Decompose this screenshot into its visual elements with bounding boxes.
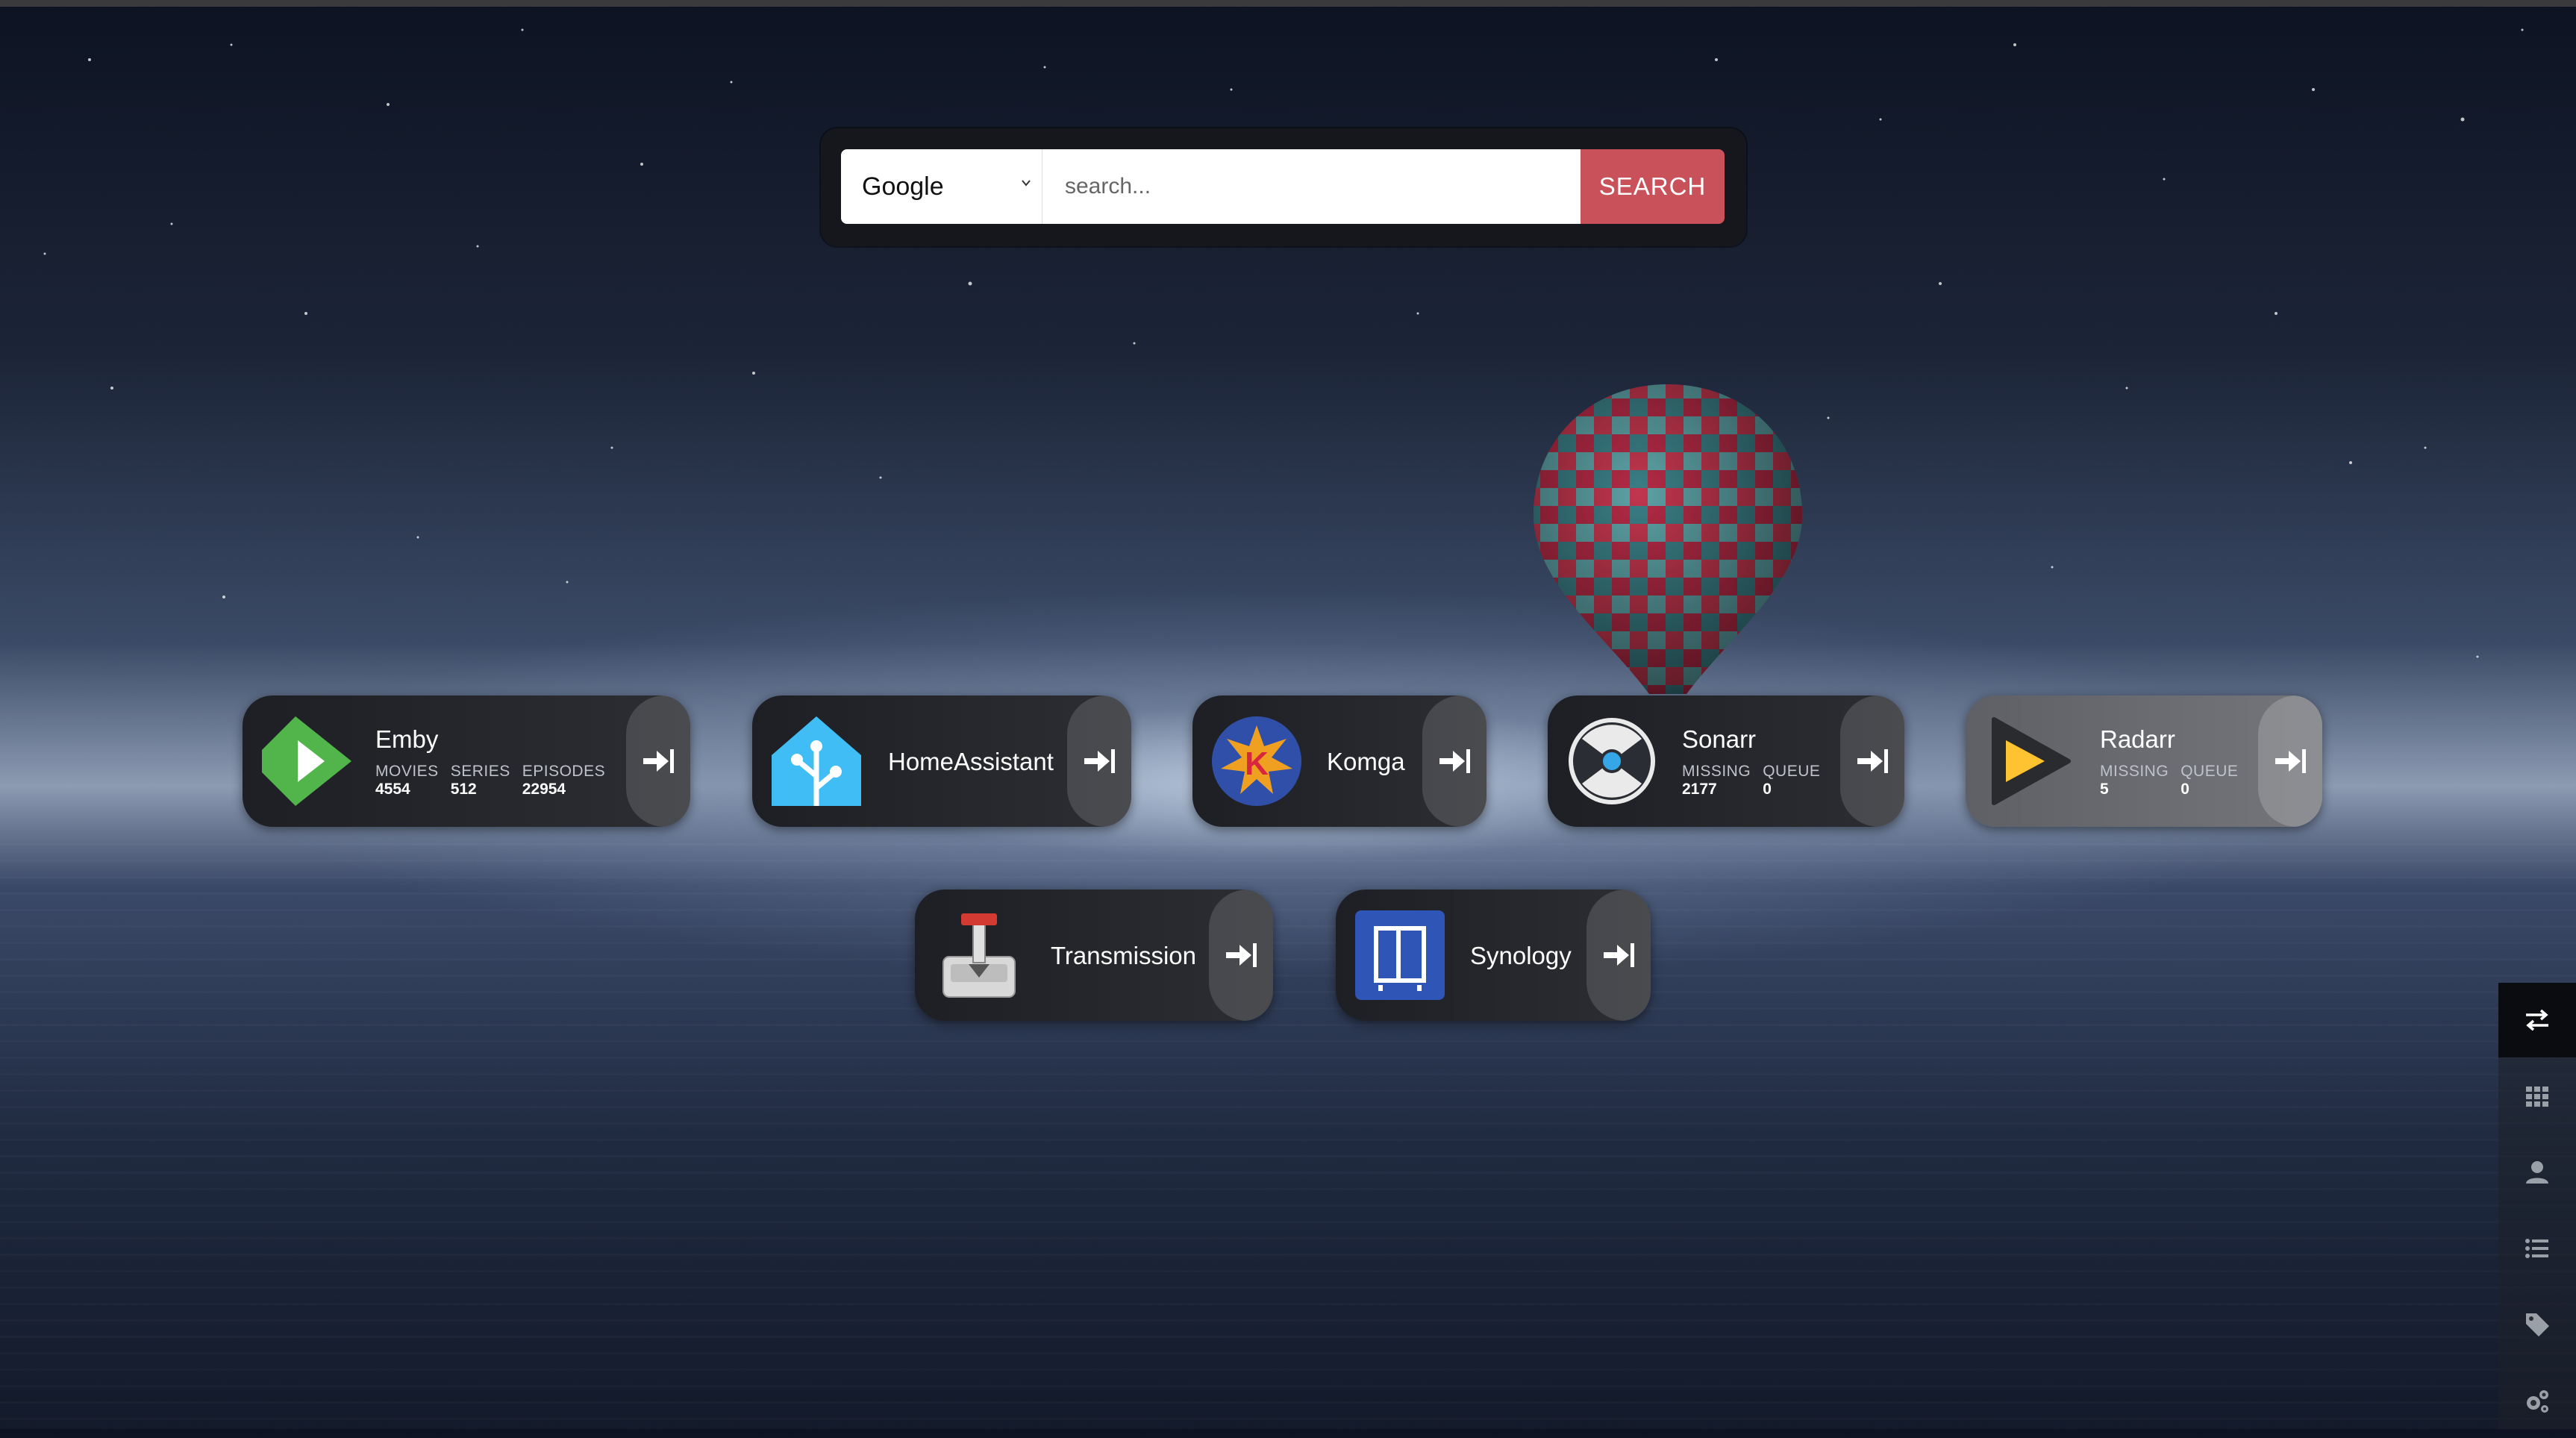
synology-icon: [1355, 910, 1445, 1000]
users-button[interactable]: [2498, 1135, 2576, 1210]
open-link-icon: [1439, 749, 1470, 773]
emby-icon: [262, 716, 351, 806]
app-stats: MISSING 2177 QUEUE 0: [1682, 763, 1820, 798]
settings-button[interactable]: [2498, 1363, 2576, 1438]
stat-missing: MISSING 5: [2100, 763, 2169, 798]
open-app-button[interactable]: [2258, 695, 2322, 827]
app-tile-synology[interactable]: Synology: [1336, 890, 1651, 1021]
hot-air-balloon-image: [1534, 384, 1802, 694]
app-stats: MISSING 5 QUEUE 0: [2100, 763, 2238, 798]
water-reflection: [0, 843, 2576, 1429]
app-tile-transmission[interactable]: Transmission: [915, 890, 1273, 1021]
app-tile-emby[interactable]: Emby MOVIES 4554 SERIES 512 EPISODES 22954: [243, 695, 690, 827]
app-tile-homeassistant[interactable]: HomeAssistant: [752, 695, 1131, 827]
starry-sky-background: [43, 28, 2524, 658]
toggle-mode-button[interactable]: [2498, 983, 2576, 1057]
open-link-icon: [1226, 943, 1257, 967]
items-list-button[interactable]: [2498, 1211, 2576, 1286]
stat-missing: MISSING 2177: [1682, 763, 1751, 798]
stat-movies: MOVIES 4554: [375, 763, 439, 798]
app-title: Radarr: [2100, 725, 2175, 753]
search-bar: Google SEARCH: [821, 128, 1746, 246]
app-title: Synology: [1470, 942, 1572, 969]
open-app-button[interactable]: [1586, 890, 1651, 1021]
stat-queue: QUEUE 0: [1763, 763, 1821, 798]
list-icon: [2525, 1239, 2548, 1258]
search-engine-value: Google: [862, 172, 944, 201]
app-title: HomeAssistant: [888, 748, 1054, 775]
open-link-icon: [643, 749, 674, 773]
app-stats: MOVIES 4554 SERIES 512 EPISODES 22954: [375, 763, 605, 798]
sonarr-icon: [1569, 718, 1655, 804]
app-tile-sonarr[interactable]: Sonarr MISSING 2177 QUEUE 0: [1548, 695, 1904, 827]
side-toolbar: [2498, 983, 2576, 1429]
browser-top-bar: [0, 0, 2576, 7]
transmission-icon: [942, 913, 1016, 998]
open-app-button[interactable]: [1422, 695, 1486, 827]
app-tile-radarr[interactable]: Radarr MISSING 5 QUEUE 0: [1966, 695, 2322, 827]
grid-icon: [2526, 1087, 2548, 1107]
app-title: Komga: [1327, 748, 1405, 775]
app-title: Emby: [375, 725, 439, 753]
app-title: Transmission: [1051, 942, 1196, 969]
open-app-button[interactable]: [626, 695, 690, 827]
svg-text:K: K: [1245, 745, 1269, 782]
app-tile-komga[interactable]: K Komga: [1192, 695, 1486, 827]
stat-series: SERIES 512: [450, 763, 510, 798]
open-link-icon: [2275, 749, 2306, 773]
gears-icon: [2527, 1390, 2548, 1413]
apps-grid-button[interactable]: [2498, 1059, 2576, 1134]
tags-button[interactable]: [2498, 1287, 2576, 1362]
tag-icon: [2526, 1313, 2549, 1337]
open-app-button[interactable]: [1840, 695, 1904, 827]
open-app-button[interactable]: [1209, 890, 1273, 1021]
open-link-icon: [1604, 943, 1634, 967]
stat-queue: QUEUE 0: [2180, 763, 2239, 798]
chevron-down-icon: [1022, 180, 1031, 187]
open-app-button[interactable]: [1067, 695, 1131, 827]
user-icon: [2526, 1161, 2548, 1184]
komga-icon: K: [1212, 716, 1301, 806]
swap-arrows-icon: [2526, 1009, 2548, 1031]
app-title: Sonarr: [1682, 725, 1757, 753]
open-link-icon: [1084, 749, 1115, 773]
search-button[interactable]: SEARCH: [1581, 149, 1725, 224]
radarr-icon: [1992, 717, 2071, 805]
open-link-icon: [1857, 749, 1888, 773]
home-assistant-icon: [772, 716, 861, 806]
stat-episodes: EPISODES 22954: [522, 763, 606, 798]
search-input[interactable]: [1042, 149, 1581, 224]
search-engine-select[interactable]: Google: [841, 149, 1042, 224]
